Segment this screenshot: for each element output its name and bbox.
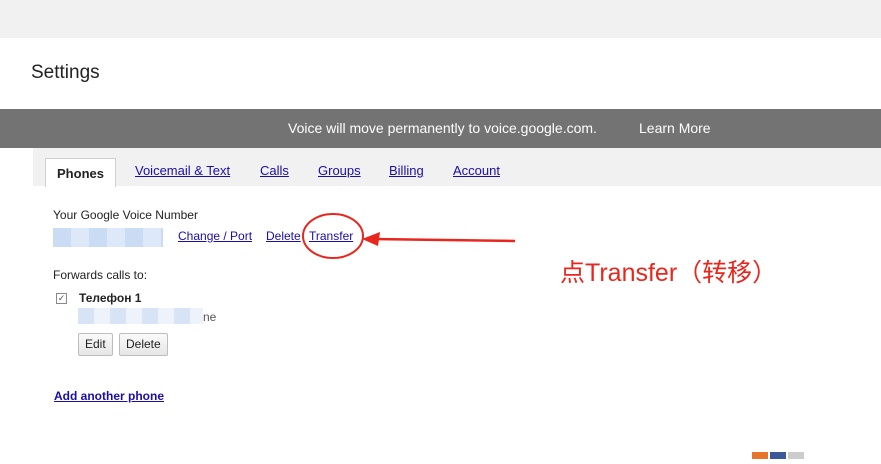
footer-icon-gray (788, 452, 804, 459)
annotation-overlay (302, 213, 516, 259)
annotation-arrow-line (374, 237, 516, 243)
annotation-arrow-head (362, 232, 380, 246)
transfer-highlight-circle (302, 213, 364, 259)
footer-icon-orange (752, 452, 768, 459)
footer-icon-blue (770, 452, 786, 459)
footer-icons (752, 446, 806, 464)
annotation-text: 点Transfer（转移） (560, 259, 778, 287)
